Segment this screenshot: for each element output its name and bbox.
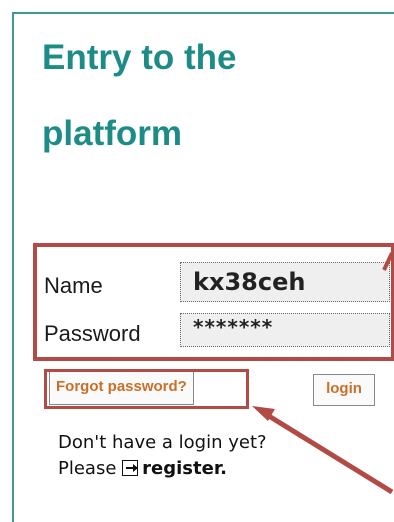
arrow-line-top xyxy=(382,252,394,271)
annotation-arrows xyxy=(252,252,394,495)
arrow-line-bottom xyxy=(262,410,394,495)
